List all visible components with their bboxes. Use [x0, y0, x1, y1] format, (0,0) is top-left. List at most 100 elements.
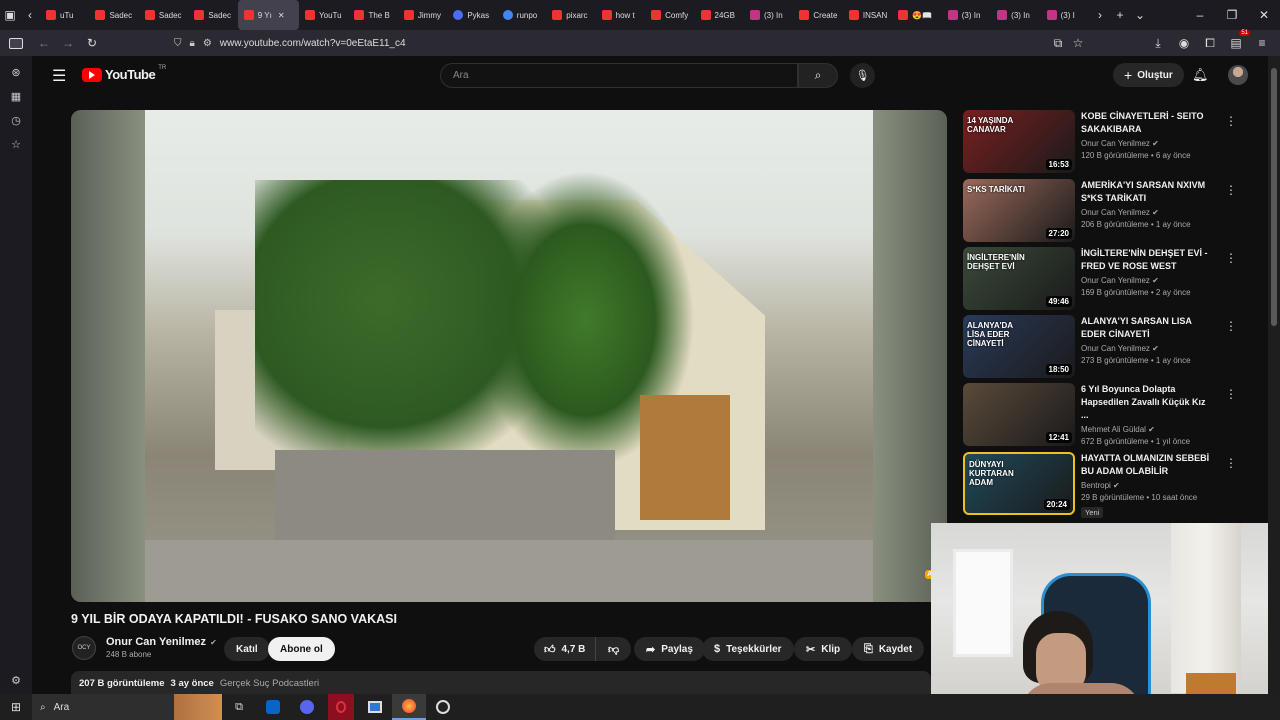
bookmarks-icon[interactable]: ☆: [0, 132, 32, 156]
browser-tab[interactable]: The B: [348, 0, 397, 30]
recommendation-channel[interactable]: Mehmet Ali Güldal ✔: [1081, 425, 1215, 434]
browser-tab[interactable]: Jimmy: [398, 0, 447, 30]
forward-icon[interactable]: →: [56, 28, 80, 58]
tab-scroll-left-icon[interactable]: ‹: [20, 0, 40, 30]
firefox-icon[interactable]: [392, 694, 426, 720]
recommendation-title[interactable]: ALANYA'YI SARSAN LISA EDER CİNAYETİ: [1081, 315, 1215, 341]
sidebar-toggle-icon[interactable]: [0, 30, 32, 56]
like-button[interactable]: 👍︎ 4,7 B: [534, 637, 596, 661]
downloads-icon[interactable]: ⤓: [1148, 28, 1168, 58]
recommendation-channel[interactable]: Onur Can Yenilmez ✔: [1081, 139, 1215, 148]
bookmark-star-icon[interactable]: ☆: [1068, 28, 1088, 58]
voice-search-button[interactable]: 🎙︎: [850, 63, 875, 88]
recommendation-title[interactable]: HAYATTA OLMANIZIN SEBEBİ BU ADAM OLABİLİ…: [1081, 452, 1215, 478]
tab-overview-icon[interactable]: ▣: [0, 0, 20, 30]
menu-icon[interactable]: ≡: [1252, 28, 1272, 58]
hashtag-link[interactable]: Gerçek Suç Podcastleri: [220, 678, 319, 694]
app-window-icon[interactable]: [358, 701, 392, 713]
browser-tab[interactable]: uTu: [40, 0, 89, 30]
history-icon[interactable]: ◷: [0, 108, 32, 132]
account-icon[interactable]: ◉: [1174, 28, 1194, 58]
browser-tab[interactable]: (3) In: [744, 0, 793, 30]
browser-tab[interactable]: Sadec: [188, 0, 237, 30]
windows-start-icon[interactable]: ⊞: [0, 700, 32, 714]
url-bar[interactable]: ⛉ 🔒︎ ⚙ www.youtube.com/watch?v=0eEtaE11_…: [174, 38, 406, 49]
user-avatar[interactable]: [1228, 65, 1248, 85]
task-view-icon[interactable]: ⧉: [222, 701, 256, 714]
recommendation-item[interactable]: 14 YAŞINDA CANAVAR 16:53 KOBE CİNAYETLERİ …: [963, 110, 1237, 173]
minimize-icon[interactable]: –: [1184, 0, 1216, 30]
new-tab-icon[interactable]: +: [1110, 0, 1130, 30]
recommendation-channel[interactable]: Onur Can Yenilmez ✔: [1081, 344, 1215, 353]
browser-tab[interactable]: Comfy: [645, 0, 694, 30]
share-button[interactable]: ➦ Paylaş: [634, 637, 705, 661]
browser-tab[interactable]: pixarc: [546, 0, 595, 30]
recommendation-item[interactable]: S*KS TARİKATI 27:20 AMERİKA'YI SARSAN NXIV…: [963, 179, 1237, 242]
tab-scroll-right-icon[interactable]: ›: [1090, 0, 1110, 30]
clip-button[interactable]: ✂ Klip: [794, 637, 853, 661]
page-scrollbar[interactable]: [1268, 56, 1280, 694]
browser-tab[interactable]: Pykas: [447, 0, 496, 30]
recommendation-title[interactable]: KOBE CİNAYETLERİ - SEITO SAKAKIBARA: [1081, 110, 1215, 136]
synced-tabs-icon[interactable]: ▦: [0, 84, 32, 108]
browser-tab[interactable]: runpo: [497, 0, 546, 30]
thanks-button[interactable]: $ Teşekkürler: [702, 637, 794, 661]
recommendation-item[interactable]: İNGİLTERE'NİN DEHŞET EVİ 49:46 İNGİLTERE'N…: [963, 247, 1237, 310]
description-box[interactable]: 207 B görüntüleme 3 ay önce Gerçek Suç P…: [71, 671, 931, 694]
extensions-sidebar-icon[interactable]: ⊛: [0, 60, 32, 84]
browser-tab[interactable]: 9 Yı ✕: [237, 0, 300, 30]
customize-sidebar-icon[interactable]: ⚙: [0, 668, 32, 692]
recommendation-item[interactable]: DÜNYAYI KURTARAN ADAM 20:24 HAYATTA OLMANI…: [963, 452, 1237, 520]
create-button[interactable]: + Oluştur: [1113, 63, 1184, 87]
more-options-icon[interactable]: ⋮: [1225, 114, 1237, 128]
recommendation-thumbnail[interactable]: 14 YAŞINDA CANAVAR 16:53: [963, 110, 1075, 173]
obs-icon[interactable]: [426, 700, 460, 714]
permissions-icon[interactable]: ⚙: [203, 38, 212, 49]
channel-name[interactable]: Onur Can Yenilmez: [106, 636, 206, 648]
url-text[interactable]: www.youtube.com/watch?v=0eEtaE11_c4: [220, 38, 406, 49]
taskbar-search-box[interactable]: ⌕ Ara: [32, 694, 222, 720]
browser-tab[interactable]: Sadec: [139, 0, 188, 30]
recommendation-channel[interactable]: Onur Can Yenilmez ✔: [1081, 208, 1215, 217]
extensions-icon[interactable]: ⧠: [1200, 28, 1220, 58]
hamburger-menu-icon[interactable]: ☰: [52, 66, 66, 86]
scrollbar-thumb[interactable]: [1271, 68, 1277, 326]
browser-tab[interactable]: Create: [793, 0, 842, 30]
save-button[interactable]: ⎘ Kaydet: [852, 637, 925, 661]
browser-tab[interactable]: 😍📖: [892, 0, 941, 30]
back-icon[interactable]: ←: [32, 28, 56, 58]
browser-tab[interactable]: Sadec: [89, 0, 138, 30]
join-button[interactable]: Katıl: [224, 637, 270, 661]
recommendation-title[interactable]: 6 Yıl Boyunca Dolapta Hapsedilen Zavallı…: [1081, 383, 1215, 422]
recommendation-item[interactable]: 12:41 6 Yıl Boyunca Dolapta Hapsedilen Za…: [963, 383, 1237, 446]
browser-tab[interactable]: (3) In: [991, 0, 1040, 30]
notifications-bell-icon[interactable]: 🔔︎: [1192, 67, 1209, 83]
red-app-icon[interactable]: [328, 694, 354, 720]
recommendation-thumbnail[interactable]: İNGİLTERE'NİN DEHŞET EVİ 49:46: [963, 247, 1075, 310]
browser-tab[interactable]: YouTu: [299, 0, 348, 30]
channel-avatar[interactable]: OCY: [72, 636, 96, 660]
more-options-icon[interactable]: ⋮: [1225, 456, 1237, 470]
browser-tab[interactable]: (3) In: [942, 0, 991, 30]
browser-tab[interactable]: INSAN: [843, 0, 892, 30]
recommendation-title[interactable]: İNGİLTERE'NİN DEHŞET EVİ - FRED VE ROSE …: [1081, 247, 1215, 273]
lock-icon[interactable]: 🔒︎: [190, 38, 195, 49]
browser-tab[interactable]: how t: [596, 0, 645, 30]
recommendation-title[interactable]: AMERİKA'YI SARSAN NXIVM S*KS TARİKATI: [1081, 179, 1215, 205]
reload-icon[interactable]: ↻: [80, 28, 104, 58]
recommendation-thumbnail[interactable]: S*KS TARİKATI 27:20: [963, 179, 1075, 242]
close-window-icon[interactable]: ✕: [1248, 0, 1280, 30]
browser-tab[interactable]: 24GB: [695, 0, 744, 30]
more-options-icon[interactable]: ⋮: [1225, 319, 1237, 333]
more-options-icon[interactable]: ⋮: [1225, 183, 1237, 197]
notification-extension-icon[interactable]: ▤ 51: [1226, 28, 1250, 58]
search-input[interactable]: Ara: [440, 63, 798, 88]
shield-icon[interactable]: ⛉: [174, 38, 182, 49]
more-options-icon[interactable]: ⋮: [1225, 251, 1237, 265]
search-button[interactable]: ⌕: [798, 63, 838, 88]
video-player[interactable]: Abon: [71, 110, 947, 602]
maximize-icon[interactable]: ❐: [1216, 0, 1248, 30]
recommendation-thumbnail[interactable]: 12:41: [963, 383, 1075, 446]
dislike-button[interactable]: 👎︎: [595, 637, 632, 661]
recommendation-channel[interactable]: Onur Can Yenilmez ✔: [1081, 276, 1215, 285]
